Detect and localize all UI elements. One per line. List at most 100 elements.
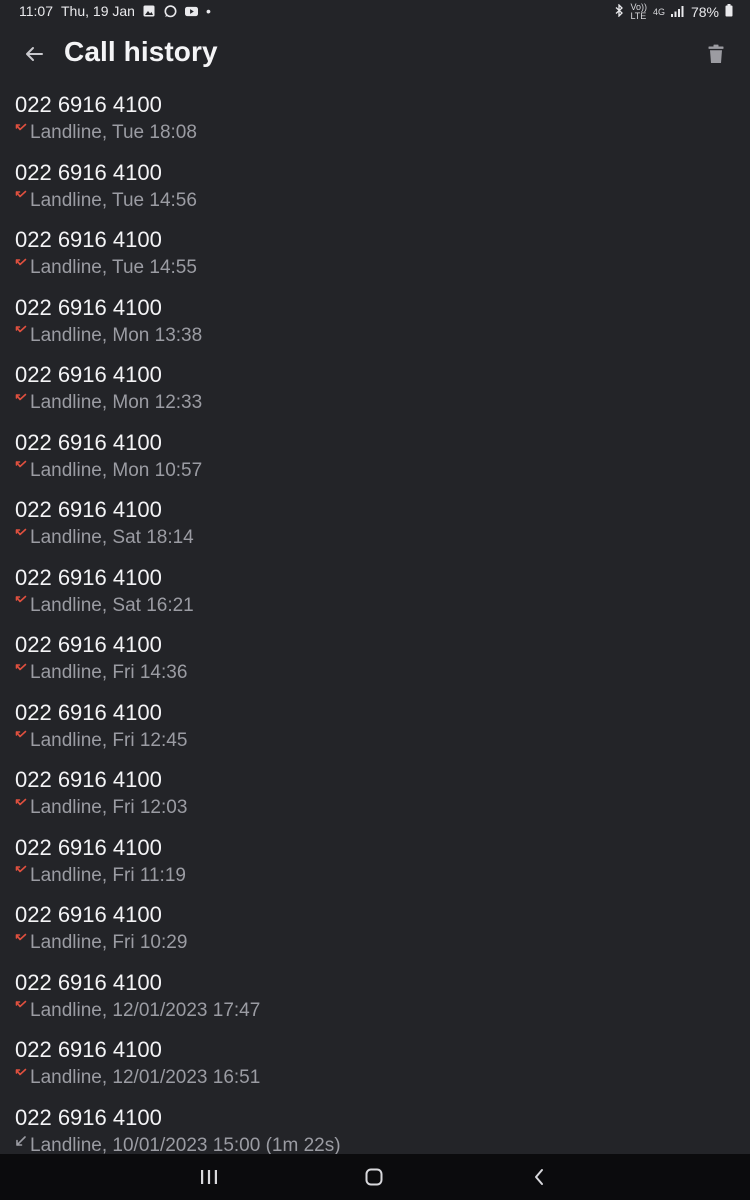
call-meta: Landline, Mon 12:33: [15, 392, 202, 414]
missed-call-icon: [15, 663, 27, 670]
caller-number: 022 6916 4100: [15, 497, 162, 522]
missed-call-icon: [15, 1068, 27, 1075]
battery-percent: 78%: [690, 4, 719, 20]
status-right: Vo)) LTE 4G 78%: [614, 3, 733, 21]
incoming-call-icon: [16, 1136, 26, 1146]
call-meta: Landline, Sat 18:14: [15, 527, 194, 549]
call-meta: Landline, Mon 13:38: [15, 325, 202, 347]
whatsapp-icon: [164, 4, 177, 18]
caller-number: 022 6916 4100: [15, 834, 162, 860]
missed-call-icon: [15, 798, 27, 805]
status-dot: •: [205, 3, 211, 19]
call-detail: Landline, Tue 14:56: [30, 189, 197, 211]
call-detail: Landline, Mon 12:33: [30, 392, 203, 413]
call-history-item[interactable]: 022 6916 4100 Landline, Fri 12:45: [0, 698, 750, 766]
call-detail: Landline, Mon 10:57: [30, 459, 203, 481]
arrow-back-icon: [26, 47, 43, 61]
nav-back-button[interactable]: [526, 1164, 552, 1190]
volte-indicator: Vo)) LTE: [630, 2, 647, 21]
status-left: 11:07 Thu, 19 Jan •: [19, 3, 211, 19]
call-detail: Landline, Sat 16:21: [30, 594, 194, 616]
call-detail: Landline, 12/01/2023 17:47: [30, 999, 261, 1021]
call-meta: Landline, Mon 10:57: [15, 460, 202, 482]
call-history-item[interactable]: 022 6916 4100 Landline, Tue 14:56: [0, 158, 750, 226]
call-detail: Landline, Fri 10:29: [30, 932, 188, 953]
missed-call-icon: [15, 325, 27, 333]
caller-number: 022 6916 4100: [15, 294, 162, 320]
call-meta: Landline, Tue 14:56: [15, 190, 197, 212]
call-meta: Landline, 12/01/2023 16:51: [15, 1067, 260, 1089]
call-meta: Landline, Fri 14:36: [15, 662, 187, 684]
call-history-item[interactable]: 022 6916 4100 Landline, Tue 14:55: [0, 225, 750, 293]
home-icon: [365, 1168, 383, 1186]
gallery-icon: [143, 5, 156, 18]
missed-call-icon: [15, 190, 27, 198]
status-bar: 11:07 Thu, 19 Jan • Vo)) LTE 4G 78%: [0, 0, 750, 24]
battery-icon: [725, 4, 733, 20]
caller-number: 022 6916 4100: [15, 362, 162, 387]
caller-number: 022 6916 4100: [15, 1104, 162, 1130]
missed-call-icon: [15, 730, 27, 738]
missed-call-icon: [15, 393, 27, 400]
call-detail: Landline, Fri 12:45: [30, 729, 188, 751]
call-detail: Landline, Fri 11:19: [30, 864, 186, 886]
system-nav-bar: [0, 1154, 750, 1200]
caller-number: 022 6916 4100: [15, 632, 162, 657]
recents-button[interactable]: [196, 1164, 222, 1190]
caller-number: 022 6916 4100: [15, 92, 162, 117]
caller-number: 022 6916 4100: [15, 1037, 162, 1062]
call-history-item[interactable]: 022 6916 4100 Landline, Mon 12:33: [0, 360, 750, 428]
call-history-list[interactable]: 022 6916 4100 Landline, Tue 18:08 022 6916…: [0, 90, 750, 1154]
call-detail: Landline, Tue 18:08: [30, 122, 197, 143]
call-history-item[interactable]: 022 6916 4100 Landline, Fri 14:36: [0, 630, 750, 698]
missed-call-icon: [15, 528, 27, 535]
call-history-item[interactable]: 022 6916 4100 Landline, Tue 18:08: [0, 90, 750, 158]
missed-call-icon: [15, 1000, 27, 1008]
call-meta: Landline, Tue 14:55: [15, 257, 197, 279]
missed-call-icon: [15, 933, 27, 940]
call-meta: Landline, Tue 18:08: [15, 122, 197, 144]
call-detail: Landline, Fri 12:03: [30, 797, 188, 818]
call-detail: Landline, Mon 13:38: [30, 324, 203, 346]
page-title: Call history: [64, 36, 218, 67]
call-meta: Landline, Fri 12:45: [15, 730, 187, 752]
missed-call-icon: [15, 123, 27, 130]
call-history-item[interactable]: 022 6916 4100 Landline, Fri 10:29: [0, 900, 750, 968]
back-button[interactable]: [18, 38, 50, 70]
call-history-item[interactable]: 022 6916 4100 Landline, 10/01/2023 15:00 …: [0, 1103, 750, 1155]
recents-icon: [201, 1170, 217, 1184]
call-detail: Landline, Tue 14:55: [30, 257, 197, 278]
call-history-item[interactable]: 022 6916 4100 Landline, Sat 18:14: [0, 495, 750, 563]
call-detail: Landline, Fri 14:36: [30, 662, 188, 683]
caller-number: 022 6916 4100: [15, 902, 162, 927]
call-meta: Landline, 10/01/2023 15:00 (1m 22s): [15, 1135, 341, 1154]
call-detail: Landline, 12/01/2023 16:51: [30, 1067, 261, 1088]
youtube-icon: [184, 5, 198, 18]
call-meta: Landline, Fri 12:03: [15, 797, 187, 819]
caller-number: 022 6916 4100: [15, 969, 162, 995]
call-history-item[interactable]: 022 6916 4100 Landline, 12/01/2023 17:47: [0, 968, 750, 1036]
call-history-item[interactable]: 022 6916 4100 Landline, Fri 11:19: [0, 833, 750, 901]
app-bar: Call history: [0, 24, 750, 84]
missed-call-icon: [15, 595, 27, 603]
call-history-item[interactable]: 022 6916 4100 Landline, Sat 16:21: [0, 563, 750, 631]
trash-icon: [708, 44, 724, 63]
caller-number: 022 6916 4100: [15, 429, 162, 455]
caller-number: 022 6916 4100: [15, 227, 162, 252]
status-date: Thu, 19 Jan: [61, 3, 135, 19]
caller-number: 022 6916 4100: [15, 564, 162, 590]
call-history-item[interactable]: 022 6916 4100 Landline, Mon 10:57: [0, 428, 750, 496]
home-button[interactable]: [361, 1164, 387, 1190]
call-detail: Landline, Sat 18:14: [30, 527, 194, 548]
chevron-left-icon: [535, 1169, 543, 1185]
caller-number: 022 6916 4100: [15, 767, 162, 792]
call-history-item[interactable]: 022 6916 4100 Landline, 12/01/2023 16:51: [0, 1035, 750, 1103]
call-history-item[interactable]: 022 6916 4100 Landline, Mon 13:38: [0, 293, 750, 361]
delete-history-button[interactable]: [700, 38, 732, 70]
call-history-item[interactable]: 022 6916 4100 Landline, Fri 12:03: [0, 765, 750, 833]
missed-call-icon: [15, 460, 27, 468]
call-meta: Landline, Sat 16:21: [15, 595, 194, 617]
call-meta: Landline, Fri 11:19: [15, 865, 186, 887]
missed-call-icon: [15, 258, 27, 265]
missed-call-icon: [15, 865, 27, 873]
